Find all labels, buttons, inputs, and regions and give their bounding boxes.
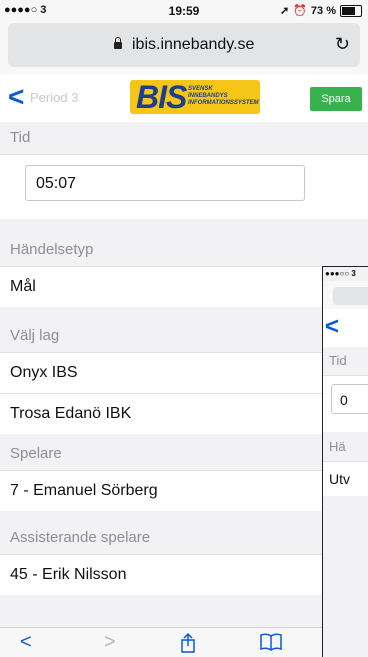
- url-label: ibis.innebandy.se: [132, 36, 255, 53]
- overlay-event-row: Utv: [323, 461, 368, 496]
- team-option-label: Onyx IBS: [10, 364, 78, 381]
- lock-icon: [113, 37, 122, 49]
- alarm-icon: ⏰: [293, 5, 307, 17]
- overlay-time-wrap: 0: [323, 375, 368, 432]
- battery-fill: [342, 6, 356, 15]
- address-field[interactable]: ibis.innebandy.se ↻: [8, 23, 360, 67]
- overlay-screenshot: ●●●○○ 3 < Tid 0 Hä Utv: [322, 266, 368, 657]
- overlay-status: ●●●○○ 3: [325, 269, 356, 278]
- overlay-event-section: Hä Utv: [323, 433, 368, 496]
- time-field-wrap: 05:07: [0, 154, 368, 219]
- bis-logo-subtitle: SVENSK INNEBANDYS INFORMATIONSSYSTEM: [188, 86, 259, 106]
- team-option-trosa[interactable]: Trosa Edanö IBK: [0, 393, 368, 434]
- browser-url-bar: ibis.innebandy.se ↻: [0, 20, 368, 75]
- battery-percent: 73 %: [310, 4, 336, 17]
- time-section: Tid 05:07: [0, 122, 368, 219]
- time-input[interactable]: 05:07: [25, 165, 305, 201]
- safari-toolbar: < >: [0, 627, 368, 657]
- team-section: Välj lag Onyx IBS ✔ Trosa Edanö IBK: [0, 320, 368, 434]
- overlay-url-bar: [323, 281, 368, 310]
- time-label: Tid: [0, 122, 368, 154]
- battery-icon: [340, 4, 362, 17]
- location-icon: ➚: [280, 5, 290, 17]
- player-section: Spelare 7 - Emanuel Sörberg: [0, 438, 368, 511]
- assist-value: 45 - Erik Nilsson: [10, 566, 127, 583]
- overlay-address-field: [333, 287, 368, 305]
- back-chevron-icon[interactable]: <: [8, 83, 24, 111]
- event-type-label: Händelsetyp: [0, 234, 368, 266]
- overlay-time-label: Tid: [329, 353, 347, 368]
- phone-screen: ●●●●○ 3 19:59 ➚ ⏰ 73 % ibis.innebandy.se…: [0, 0, 368, 657]
- share-icon[interactable]: [178, 632, 198, 657]
- assist-section: Assisterande spelare 45 - Erik Nilsson: [0, 522, 368, 595]
- event-type-value: Mål: [10, 278, 36, 295]
- overlay-event-label: Hä: [329, 439, 346, 454]
- player-label: Spelare: [0, 438, 368, 470]
- team-option-onyx[interactable]: Onyx IBS ✔: [0, 352, 368, 393]
- overlay-back-chevron-icon: <: [325, 313, 340, 340]
- assist-label: Assisterande spelare: [0, 522, 368, 554]
- status-right: ➚ ⏰ 73 %: [280, 4, 362, 17]
- team-label: Välj lag: [0, 320, 368, 352]
- book-icon[interactable]: [258, 632, 284, 656]
- back-button[interactable]: <: [20, 632, 32, 652]
- reload-icon[interactable]: ↻: [335, 35, 350, 53]
- forward-button[interactable]: >: [104, 632, 116, 652]
- bis-logo-mark: BIS: [136, 80, 187, 114]
- player-value: 7 - Emanuel Sörberg: [10, 482, 158, 499]
- overlay-header: <: [323, 309, 368, 347]
- bis-logo: BIS SVENSK INNEBANDYS INFORMATIONSSYSTEM: [130, 80, 260, 114]
- save-button[interactable]: Spara: [310, 87, 362, 111]
- app-header: < Period 3 BIS SVENSK INNEBANDYS INFORMA…: [0, 74, 368, 123]
- event-type-section: Händelsetyp Mål ›: [0, 234, 368, 307]
- team-option-label: Trosa Edanö IBK: [10, 405, 132, 422]
- assist-row[interactable]: 45 - Erik Nilsson: [0, 554, 368, 595]
- event-form: Tid 05:07 Händelsetyp Mål › Välj lag Ony…: [0, 122, 368, 627]
- header-ghost-text: Period 3: [30, 90, 79, 105]
- status-bar: ●●●●○ 3 19:59 ➚ ⏰ 73 %: [0, 0, 368, 20]
- address-text[interactable]: ibis.innebandy.se: [8, 36, 360, 54]
- overlay-time-input: 0: [331, 384, 368, 414]
- overlay-time-section: Tid 0: [323, 347, 368, 432]
- event-type-row[interactable]: Mål ›: [0, 266, 368, 307]
- player-row[interactable]: 7 - Emanuel Sörberg: [0, 470, 368, 511]
